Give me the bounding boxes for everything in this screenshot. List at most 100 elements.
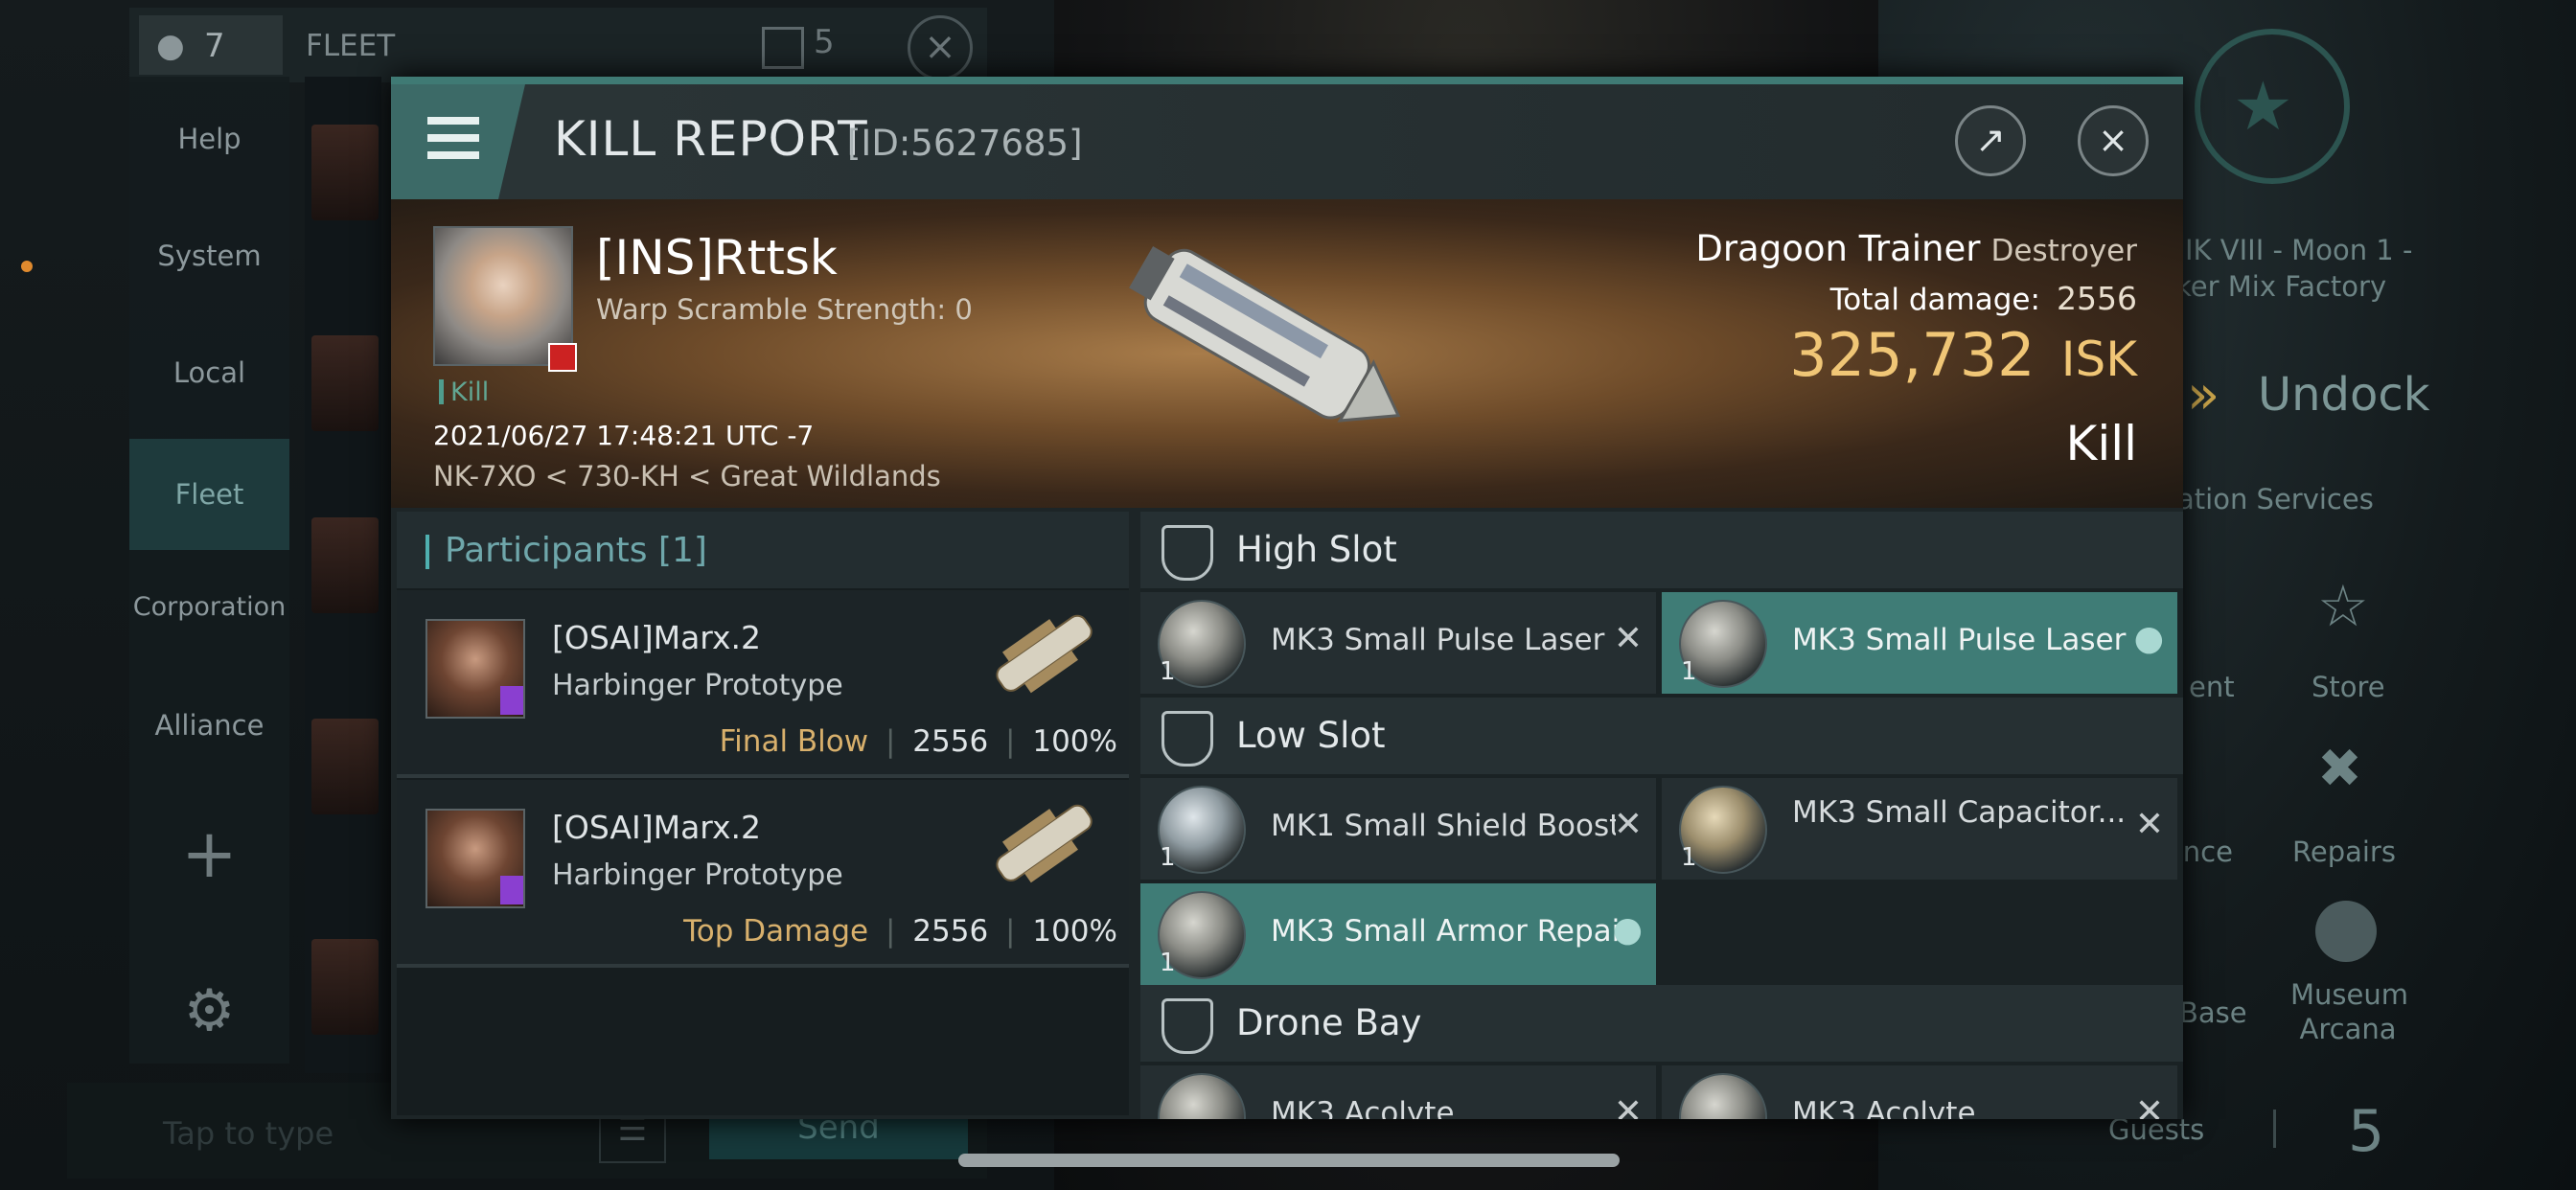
star-icon: ★ — [2233, 67, 2293, 146]
fleet-count-box[interactable]: ● 7 — [139, 15, 283, 75]
kill-tag-bar — [439, 379, 444, 404]
grid-label-ent[interactable]: ent — [2189, 671, 2235, 703]
isk-line: 325,732 ISK — [1789, 320, 2137, 390]
participant-badge — [500, 876, 523, 904]
victim-header: [INS]Rttsk Warp Scramble Strength: 0 Kil… — [391, 199, 2183, 508]
fleet-count: 7 — [204, 27, 225, 65]
fitting-panel: High Slot 1 MK3 Small Pulse Laser ✕ 1 MK… — [1140, 512, 2183, 1119]
participant-percent: 100% — [1032, 724, 1117, 759]
module-name: MK3 Small Armor Repairer — [1271, 914, 1635, 949]
participant-name: [OSAI]Marx.2 — [552, 619, 761, 656]
header-accent — [426, 535, 429, 569]
fleet-bar: ● 7 FLEET 5 × — [129, 8, 987, 82]
avatar — [311, 719, 379, 814]
participants-header: Participants [1] — [397, 512, 1129, 588]
grid-label-museum[interactable]: Museum Arcana — [2290, 977, 2408, 1046]
dropped-icon: ● — [2133, 619, 2164, 658]
ship-line: Dragoon Trainer Destroyer — [1695, 228, 2137, 269]
kill-report-window: KILL REPORT [ID:5627685] ↗ × [INS]Rttsk … — [391, 77, 2183, 1119]
low-slot-icon — [1162, 711, 1213, 767]
participant-stats: Final Blow | 2556 | 100% — [719, 724, 1117, 759]
close-icon[interactable]: × — [2078, 105, 2149, 176]
sidebar-item-alliance[interactable]: Alliance — [129, 709, 289, 742]
isk-value: 325,732 — [1789, 320, 2036, 390]
report-id: [ID:5627685] — [847, 123, 1083, 164]
grid-label-repairs[interactable]: Repairs — [2292, 835, 2396, 868]
guests-count: 5 — [2348, 1098, 2385, 1165]
victim-name: [INS]Rttsk — [596, 230, 838, 286]
module-item[interactable]: 1 MK1 Small Shield Booster ✕ — [1140, 778, 1656, 880]
avatar — [311, 125, 379, 220]
destroyed-icon: ✕ — [1613, 805, 1643, 844]
station-name-2: ker Mix Factory — [2175, 270, 2387, 303]
location: NK-7XO < 730-KH < Great Wildlands — [433, 460, 941, 492]
avatar — [311, 939, 379, 1035]
isk-label: ISK — [2060, 332, 2137, 387]
low-slot-header: Low Slot — [1140, 698, 2183, 774]
home-indicator[interactable] — [958, 1154, 1620, 1167]
module-item[interactable]: 1 MK3 Small Pulse Laser ● — [1662, 592, 2177, 694]
module-item[interactable]: 1 MK3 Small Armor Repairer ● — [1140, 883, 1656, 985]
chat-input[interactable]: Tap to type — [163, 1115, 334, 1152]
fleet-label: FLEET — [306, 29, 396, 63]
repairs-icon: ✖ — [2317, 738, 2362, 800]
divider — [2273, 1110, 2276, 1148]
share-icon[interactable]: ↗ — [1955, 105, 2026, 176]
participant-damage: 2556 — [912, 914, 989, 949]
sidebar-item-system[interactable]: System — [129, 240, 289, 272]
destroyed-icon: ✕ — [1613, 1092, 1643, 1119]
destroyed-icon: ✕ — [2134, 1092, 2164, 1119]
kill-tag: Kill — [450, 378, 490, 407]
total-damage-line: Total damage: 2556 — [1830, 280, 2137, 317]
grid-label-store[interactable]: Store — [2312, 671, 2385, 703]
drone-bay-icon — [1162, 998, 1213, 1054]
participant-damage: 2556 — [912, 724, 989, 759]
drone-icon — [1158, 1073, 1246, 1119]
participant-row[interactable]: [OSAI]Marx.2 Harbinger Prototype Final B… — [397, 590, 1129, 778]
module-qty: 1 — [1160, 657, 1176, 686]
sidebar-item-fleet[interactable]: Fleet — [129, 439, 289, 550]
participant-percent: 100% — [1032, 914, 1117, 949]
chat-count: 5 — [814, 23, 835, 61]
module-name: MK3 Small Pulse Laser — [1271, 623, 1605, 657]
timestamp: 2021/06/27 17:48:21 UTC -7 — [433, 420, 815, 451]
module-item[interactable]: MK3 Acolyte ✕ — [1140, 1065, 1656, 1119]
services-label: ation Services — [2177, 483, 2374, 515]
sidebar-item-corporation[interactable]: Corporation — [129, 592, 289, 622]
participant-ship-image — [996, 614, 1092, 694]
chat-icon[interactable] — [762, 27, 804, 69]
museum-icon — [2315, 901, 2377, 962]
add-icon[interactable]: + — [129, 814, 289, 893]
module-item[interactable]: MK3 Acolyte ✕ — [1662, 1065, 2177, 1119]
avatar — [311, 335, 379, 431]
chat-sidebar: Help System Local Fleet Corporation Alli… — [129, 77, 289, 1064]
module-qty: 1 — [1681, 843, 1697, 872]
module-name: MK3 Small Capacitor... — [1792, 795, 2127, 830]
participant-role: Final Blow — [719, 724, 869, 759]
participant-name: [OSAI]Marx.2 — [552, 809, 761, 846]
module-qty: 1 — [1160, 949, 1176, 977]
station-name-1: IK VIII - Moon 1 - — [2185, 234, 2413, 266]
total-damage-value: 2556 — [2057, 280, 2137, 317]
victim-ship-image — [1129, 246, 1401, 423]
person-icon: ● — [156, 27, 185, 65]
sidebar-item-local[interactable]: Local — [129, 356, 289, 389]
participant-role: Top Damage — [683, 914, 869, 949]
store-icon: ☆ — [2317, 573, 2369, 640]
menu-button[interactable] — [391, 84, 525, 199]
standing-badge — [548, 343, 577, 372]
menu-icon — [427, 117, 479, 125]
ship-name: Dragoon Trainer — [1695, 228, 1981, 269]
module-item[interactable]: 1 MK3 Small Capacitor... ✕ — [1662, 778, 2177, 880]
module-name: MK3 Acolyte — [1271, 1096, 1455, 1119]
drone-bay-header: Drone Bay — [1140, 985, 2183, 1062]
dropped-icon: ● — [1612, 910, 1643, 950]
participant-row[interactable]: [OSAI]Marx.2 Harbinger Prototype Top Dam… — [397, 780, 1129, 968]
grid-label-base[interactable]: Base — [2179, 996, 2247, 1029]
module-item[interactable]: 1 MK3 Small Pulse Laser ✕ — [1140, 592, 1656, 694]
gear-icon[interactable]: ⚙ — [129, 977, 289, 1044]
avatar — [311, 517, 379, 613]
undock-button[interactable]: Undock — [2258, 368, 2430, 422]
close-icon[interactable]: × — [908, 15, 973, 80]
sidebar-item-help[interactable]: Help — [129, 123, 289, 155]
